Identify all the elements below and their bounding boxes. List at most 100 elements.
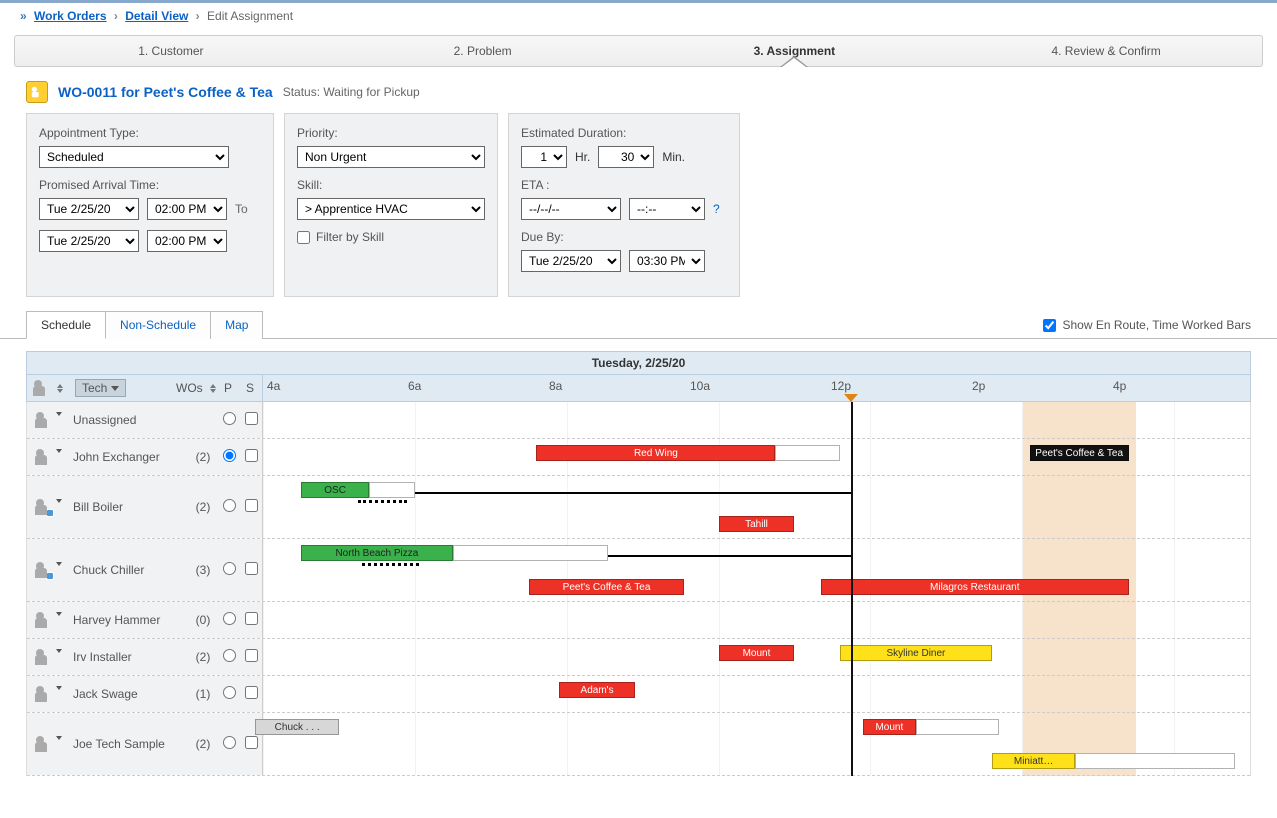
work-order-bar[interactable]: Peet's Coffee & Tea — [1030, 445, 1129, 461]
eta-date-select[interactable]: --/--/-- — [521, 198, 621, 220]
work-order-bar[interactable]: Peet's Coffee & Tea — [529, 579, 685, 595]
tab-non-schedule[interactable]: Non-Schedule — [105, 311, 211, 339]
filter-by-skill-checkbox[interactable] — [297, 231, 310, 244]
row-person-icon[interactable] — [27, 412, 69, 428]
schedule-header: Tech WOs P S 4a6a8a10a12p2p4p — [26, 374, 1251, 402]
breadcrumb-detail-view[interactable]: Detail View — [125, 9, 188, 23]
schedule-row: Harvey Hammer(0) — [27, 602, 1250, 639]
tech-secondary-checkbox[interactable] — [245, 612, 258, 625]
tab-map[interactable]: Map — [210, 311, 263, 339]
tech-select-radio[interactable] — [223, 449, 236, 462]
appointment-type-select[interactable]: Scheduled — [39, 146, 229, 168]
time-worked-line — [407, 492, 851, 494]
skill-select[interactable]: > Apprentice HVAC — [297, 198, 485, 220]
work-order-bar[interactable]: Mount — [863, 719, 916, 735]
tech-select-radio[interactable] — [223, 612, 236, 625]
chevron-down-icon — [56, 686, 62, 690]
panel-priority: Priority: Non Urgent Skill: > Apprentice… — [284, 113, 498, 297]
chevron-down-icon — [56, 449, 62, 453]
step-customer[interactable]: 1. Customer — [15, 36, 327, 66]
work-order-bar[interactable]: Tahill — [719, 516, 795, 532]
work-order-bar[interactable] — [369, 482, 415, 498]
work-order-bar[interactable] — [453, 545, 609, 561]
work-order-bar[interactable] — [916, 719, 1000, 735]
tab-schedule[interactable]: Schedule — [26, 311, 106, 339]
tech-timeline[interactable]: Red Wing Peet's Coffee & Tea — [263, 439, 1250, 475]
tech-secondary-checkbox[interactable] — [245, 649, 258, 662]
tech-secondary-checkbox[interactable] — [245, 686, 258, 699]
tech-timeline[interactable]: Mount Skyline Diner — [263, 639, 1250, 675]
tech-secondary-checkbox[interactable] — [245, 412, 258, 425]
work-order-bar[interactable]: OSC — [301, 482, 369, 498]
priority-label: Priority: — [297, 126, 485, 140]
work-order-bar[interactable] — [1075, 753, 1234, 769]
show-bars-toggle[interactable]: Show En Route, Time Worked Bars — [1043, 318, 1251, 332]
work-order-bar[interactable]: Skyline Diner — [840, 645, 992, 661]
show-bars-checkbox[interactable] — [1043, 319, 1056, 332]
eta-time-select[interactable]: --:-- — [629, 198, 705, 220]
work-order-bar[interactable]: Adam's — [559, 682, 635, 698]
step-assignment[interactable]: 3. Assignment — [639, 36, 951, 66]
duration-min-select[interactable]: 30 — [598, 146, 654, 168]
row-person-icon[interactable] — [27, 612, 69, 628]
row-person-icon[interactable] — [27, 449, 69, 465]
header-wos[interactable]: WOs — [170, 377, 218, 399]
row-person-icon[interactable] — [27, 736, 69, 752]
row-person-icon[interactable] — [27, 686, 69, 702]
step-bar: 1. Customer 2. Problem 3. Assignment 4. … — [14, 35, 1263, 67]
work-order-bar[interactable]: Mount — [719, 645, 795, 661]
dueby-time-select[interactable]: 03:30 PM — [629, 250, 705, 272]
tech-name: Joe Tech Sample — [69, 737, 188, 751]
dueby-date-select[interactable]: Tue 2/25/20 — [521, 250, 621, 272]
work-order-bar[interactable] — [775, 445, 840, 461]
tech-timeline[interactable]: North Beach Pizza Peet's Coffee & Tea Mila… — [263, 539, 1250, 601]
tech-select-radio[interactable] — [223, 499, 236, 512]
panel-duration: Estimated Duration: 1 Hr. 30 Min. ETA : … — [508, 113, 740, 297]
tech-timeline[interactable] — [263, 402, 1250, 438]
tech-secondary-checkbox[interactable] — [245, 562, 258, 575]
row-person-icon[interactable] — [27, 499, 69, 515]
tech-secondary-checkbox[interactable] — [245, 499, 258, 512]
work-order-bar[interactable]: Miniatt… — [992, 753, 1076, 769]
tech-secondary-checkbox[interactable] — [245, 449, 258, 462]
step-review[interactable]: 4. Review & Confirm — [950, 36, 1262, 66]
tech-name: Bill Boiler — [69, 500, 188, 514]
arrival-to-date-select[interactable]: Tue 2/25/20 — [39, 230, 139, 252]
filter-by-skill-label: Filter by Skill — [316, 230, 384, 244]
eta-help-icon[interactable]: ? — [713, 202, 720, 216]
breadcrumb-work-orders[interactable]: Work Orders — [34, 9, 106, 23]
header-tech-label: Tech — [82, 381, 107, 395]
duration-label: Estimated Duration: — [521, 126, 727, 140]
tech-timeline[interactable]: Chuck . . .MountMiniatt… — [263, 713, 1250, 775]
work-order-bar[interactable]: Red Wing — [536, 445, 775, 461]
chevron-down-icon — [56, 612, 62, 616]
header-tech-sort[interactable]: Tech — [75, 379, 126, 397]
en-route-line — [358, 500, 407, 503]
arrival-to-time-select[interactable]: 02:00 PM — [147, 230, 227, 252]
tech-wo-count: (2) — [188, 737, 218, 751]
tech-select-radio[interactable] — [223, 736, 236, 749]
step-problem[interactable]: 2. Problem — [327, 36, 639, 66]
tech-select-radio[interactable] — [223, 412, 236, 425]
tech-select-radio[interactable] — [223, 562, 236, 575]
priority-select[interactable]: Non Urgent — [297, 146, 485, 168]
work-order-status: Status: Waiting for Pickup — [283, 85, 420, 99]
duration-hour-select[interactable]: 1 — [521, 146, 567, 168]
arrival-from-time-select[interactable]: 02:00 PM — [147, 198, 227, 220]
work-order-bar[interactable]: Milagros Restaurant — [821, 579, 1128, 595]
tech-select-radio[interactable] — [223, 649, 236, 662]
tech-timeline[interactable]: Adam's — [263, 676, 1250, 712]
row-person-icon[interactable] — [27, 562, 69, 578]
arrival-from-date-select[interactable]: Tue 2/25/20 — [39, 198, 139, 220]
tech-select-radio[interactable] — [223, 686, 236, 699]
chevron-down-icon — [56, 562, 62, 566]
tech-secondary-checkbox[interactable] — [245, 736, 258, 749]
header-person-icon[interactable] — [27, 376, 69, 400]
work-order-bar[interactable]: Chuck . . . — [255, 719, 339, 735]
appointment-type-label: Appointment Type: — [39, 126, 261, 140]
tech-timeline[interactable]: OSC Tahill — [263, 476, 1250, 538]
row-person-icon[interactable] — [27, 649, 69, 665]
work-order-bar[interactable]: North Beach Pizza — [301, 545, 453, 561]
tech-timeline[interactable] — [263, 602, 1250, 638]
en-route-line — [362, 563, 419, 566]
